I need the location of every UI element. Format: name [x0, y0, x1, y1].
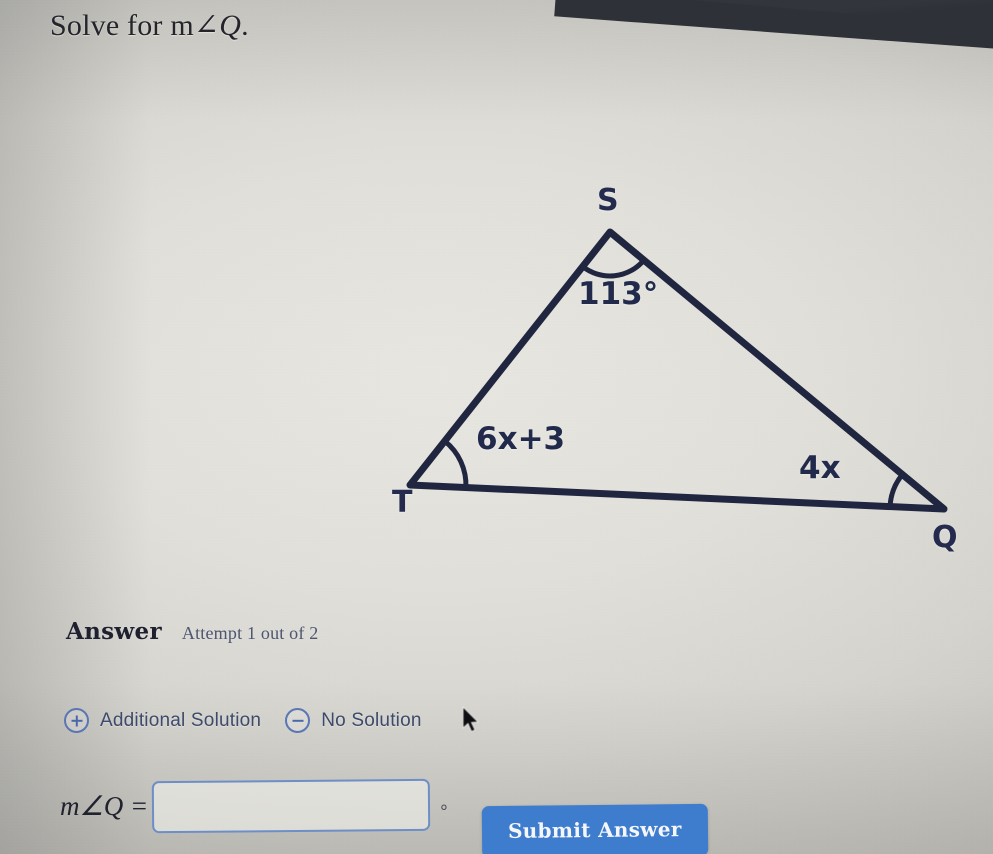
answer-input-row: m∠Q = ° — [60, 778, 448, 834]
page-title: Solve for m∠Q. — [50, 8, 249, 43]
answer-equation-label: m∠Q = — [60, 790, 149, 821]
additional-solution-label: Additional Solution — [100, 709, 262, 731]
minus-circle-icon — [285, 708, 311, 733]
vertex-label-s: S — [597, 183, 619, 218]
plus-circle-icon — [64, 708, 89, 733]
attempt-counter: Attempt 1 out of 2 — [181, 623, 319, 643]
answer-input[interactable] — [151, 778, 431, 834]
prompt-period: . — [241, 9, 249, 42]
angle-label-s: 113° — [578, 276, 659, 312]
answer-header: Answer Attempt 1 out of 2 — [66, 618, 318, 645]
no-solution-label: No Solution — [321, 709, 422, 731]
angle-label-q: 4x — [799, 450, 841, 486]
no-solution-button[interactable]: No Solution — [285, 708, 421, 733]
worksheet-screenshot: Solve for m∠Q. S T Q 113° 6x+3 4x Answer… — [0, 0, 993, 854]
answer-title: Answer — [66, 618, 162, 645]
submit-answer-button[interactable]: Submit Answer — [481, 803, 708, 854]
vertex-label-q: Q — [932, 520, 958, 555]
vertex-label-t: T — [392, 485, 413, 520]
prompt-vertex: Q — [219, 9, 242, 42]
prompt-lead: Solve for m — [50, 9, 194, 42]
answer-options: Additional Solution No Solution — [64, 708, 422, 733]
angle-label-t: 6x+3 — [476, 421, 566, 457]
angle-symbol: ∠ — [193, 9, 220, 42]
additional-solution-button[interactable]: Additional Solution — [64, 708, 261, 733]
degree-symbol: ° — [440, 802, 448, 823]
